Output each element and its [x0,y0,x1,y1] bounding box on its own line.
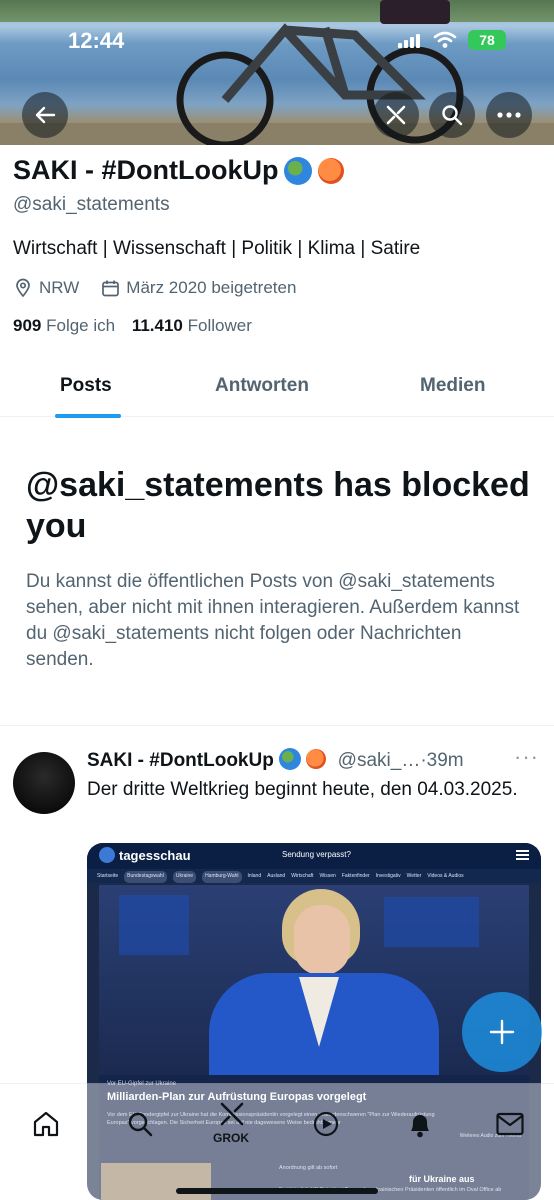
nav-item: Ukraine [172,871,197,883]
eu-flag-image [119,895,189,955]
plus-icon [489,1019,515,1045]
location-pin-icon [16,278,30,298]
back-button[interactable] [22,92,68,138]
join-date-label: März 2020 beigetreten [126,278,297,297]
signal-icon [398,34,420,48]
post-author-handle: @saki_… [337,750,421,771]
nav-grok-label: GROK [213,1131,249,1145]
globe-icon [279,748,302,770]
profile-info: SAKI - #DontLookUp @saki_statements Wirt… [13,155,543,336]
grok-icon [386,105,406,125]
tagesschau-logo: tagesschau [99,847,191,863]
tagesschau-missed: Sendung verpasst? [282,850,351,859]
tab-media[interactable]: Medien [420,375,485,397]
nav-item: Startseite [97,873,119,879]
person-face [294,905,350,975]
nav-item: Ausland [267,873,286,879]
location: NRW [13,278,79,298]
blocked-notice: @saki_statements has blocked you Du kann… [26,465,531,673]
nav-communities[interactable] [306,1104,346,1144]
follow-counts: 909 Folge ich 11.410 Follower [13,316,543,336]
nav-item: Faktenfinder [341,873,370,879]
blocked-message: Du kannst die öffentlichen Posts von @sa… [26,571,520,670]
globe-icon [284,156,313,185]
tab-posts[interactable]: Posts [60,375,112,397]
compose-button[interactable] [462,992,542,1072]
profile-tabs: Posts Antworten Medien [0,365,554,418]
nav-item: Bundestagswahl [124,871,167,883]
home-indicator[interactable] [176,1188,378,1194]
nav-search[interactable] [120,1104,160,1144]
tab-replies[interactable]: Antworten [215,375,309,397]
profile-banner[interactable]: 12:44 78 [0,0,554,145]
battery-indicator: 78 [468,30,506,50]
nav-grok[interactable] [212,1094,252,1134]
followers-link[interactable]: 11.410 Follower [132,316,252,335]
followers-count: 11.410 [131,316,183,335]
wifi-icon [433,31,457,48]
basketball-icon [306,749,327,769]
tagesschau-header: tagesschau Sendung verpasst? [87,843,541,869]
profile-handle: @saki_statements [13,194,170,215]
grok-icon [220,1102,244,1126]
menu-icon [516,850,529,860]
eu-flag-image [384,897,479,947]
nav-item: Investigativ [375,873,401,879]
search-icon [442,105,463,126]
followers-label: Follower [187,316,252,335]
post-text: Der dritte Weltkrieg beginnt heute, den … [87,779,518,800]
following-label: Folge ich [46,316,116,335]
arrow-left-icon [35,106,56,124]
mail-icon [496,1112,524,1136]
join-date: März 2020 beigetreten [101,278,296,298]
nav-item: Inland [247,873,262,879]
following-link[interactable]: 909 Folge ich [13,316,115,335]
nav-notifications[interactable] [400,1104,440,1144]
post-time: ·39m [420,750,464,771]
profile-display-name: SAKI - #DontLookUp [13,155,279,185]
bottom-navigation: GROK [0,1083,554,1200]
nav-item: Hamburg-Wahl [202,871,242,883]
profile-meta: NRW März 2020 beigetreten [13,278,543,298]
tagesschau-nav: Startseite Bundestagswahl Ukraine Hambur… [87,869,541,883]
blocked-title: @saki_statements has blocked you [26,466,530,545]
following-count: 909 [13,316,42,335]
status-bar: 12:44 78 [0,28,554,58]
nav-item: Wirtschaft [291,873,314,879]
nav-item: Wissen [319,873,336,879]
avatar[interactable] [13,752,75,814]
bell-icon [411,1115,429,1138]
status-time: 12:44 [68,28,125,53]
nav-item: Videos & Audios [427,873,464,879]
post-author-name[interactable]: SAKI - #DontLookUp [87,750,274,771]
grok-button[interactable] [373,92,419,138]
post-more-icon[interactable]: ··· [514,744,539,770]
search-button[interactable] [429,92,475,138]
basketball-icon [318,157,345,184]
section-divider [0,725,554,726]
post-header: SAKI - #DontLookUp @saki_…·39m ··· [87,744,547,774]
profile-name-row: SAKI - #DontLookUp [13,155,543,186]
nav-messages[interactable] [490,1104,530,1144]
more-icon [497,112,521,118]
communities-icon [313,1111,339,1137]
more-options-button[interactable] [486,92,532,138]
active-tab-indicator [55,414,121,418]
search-icon [128,1112,153,1137]
nav-home[interactable] [26,1104,66,1144]
calendar-icon [102,280,120,296]
home-icon [33,1111,59,1137]
location-label: NRW [39,278,80,297]
profile-bio: Wirtschaft | Wissenschaft | Politik | Kl… [13,238,421,259]
nav-item: Wetter [406,873,422,879]
